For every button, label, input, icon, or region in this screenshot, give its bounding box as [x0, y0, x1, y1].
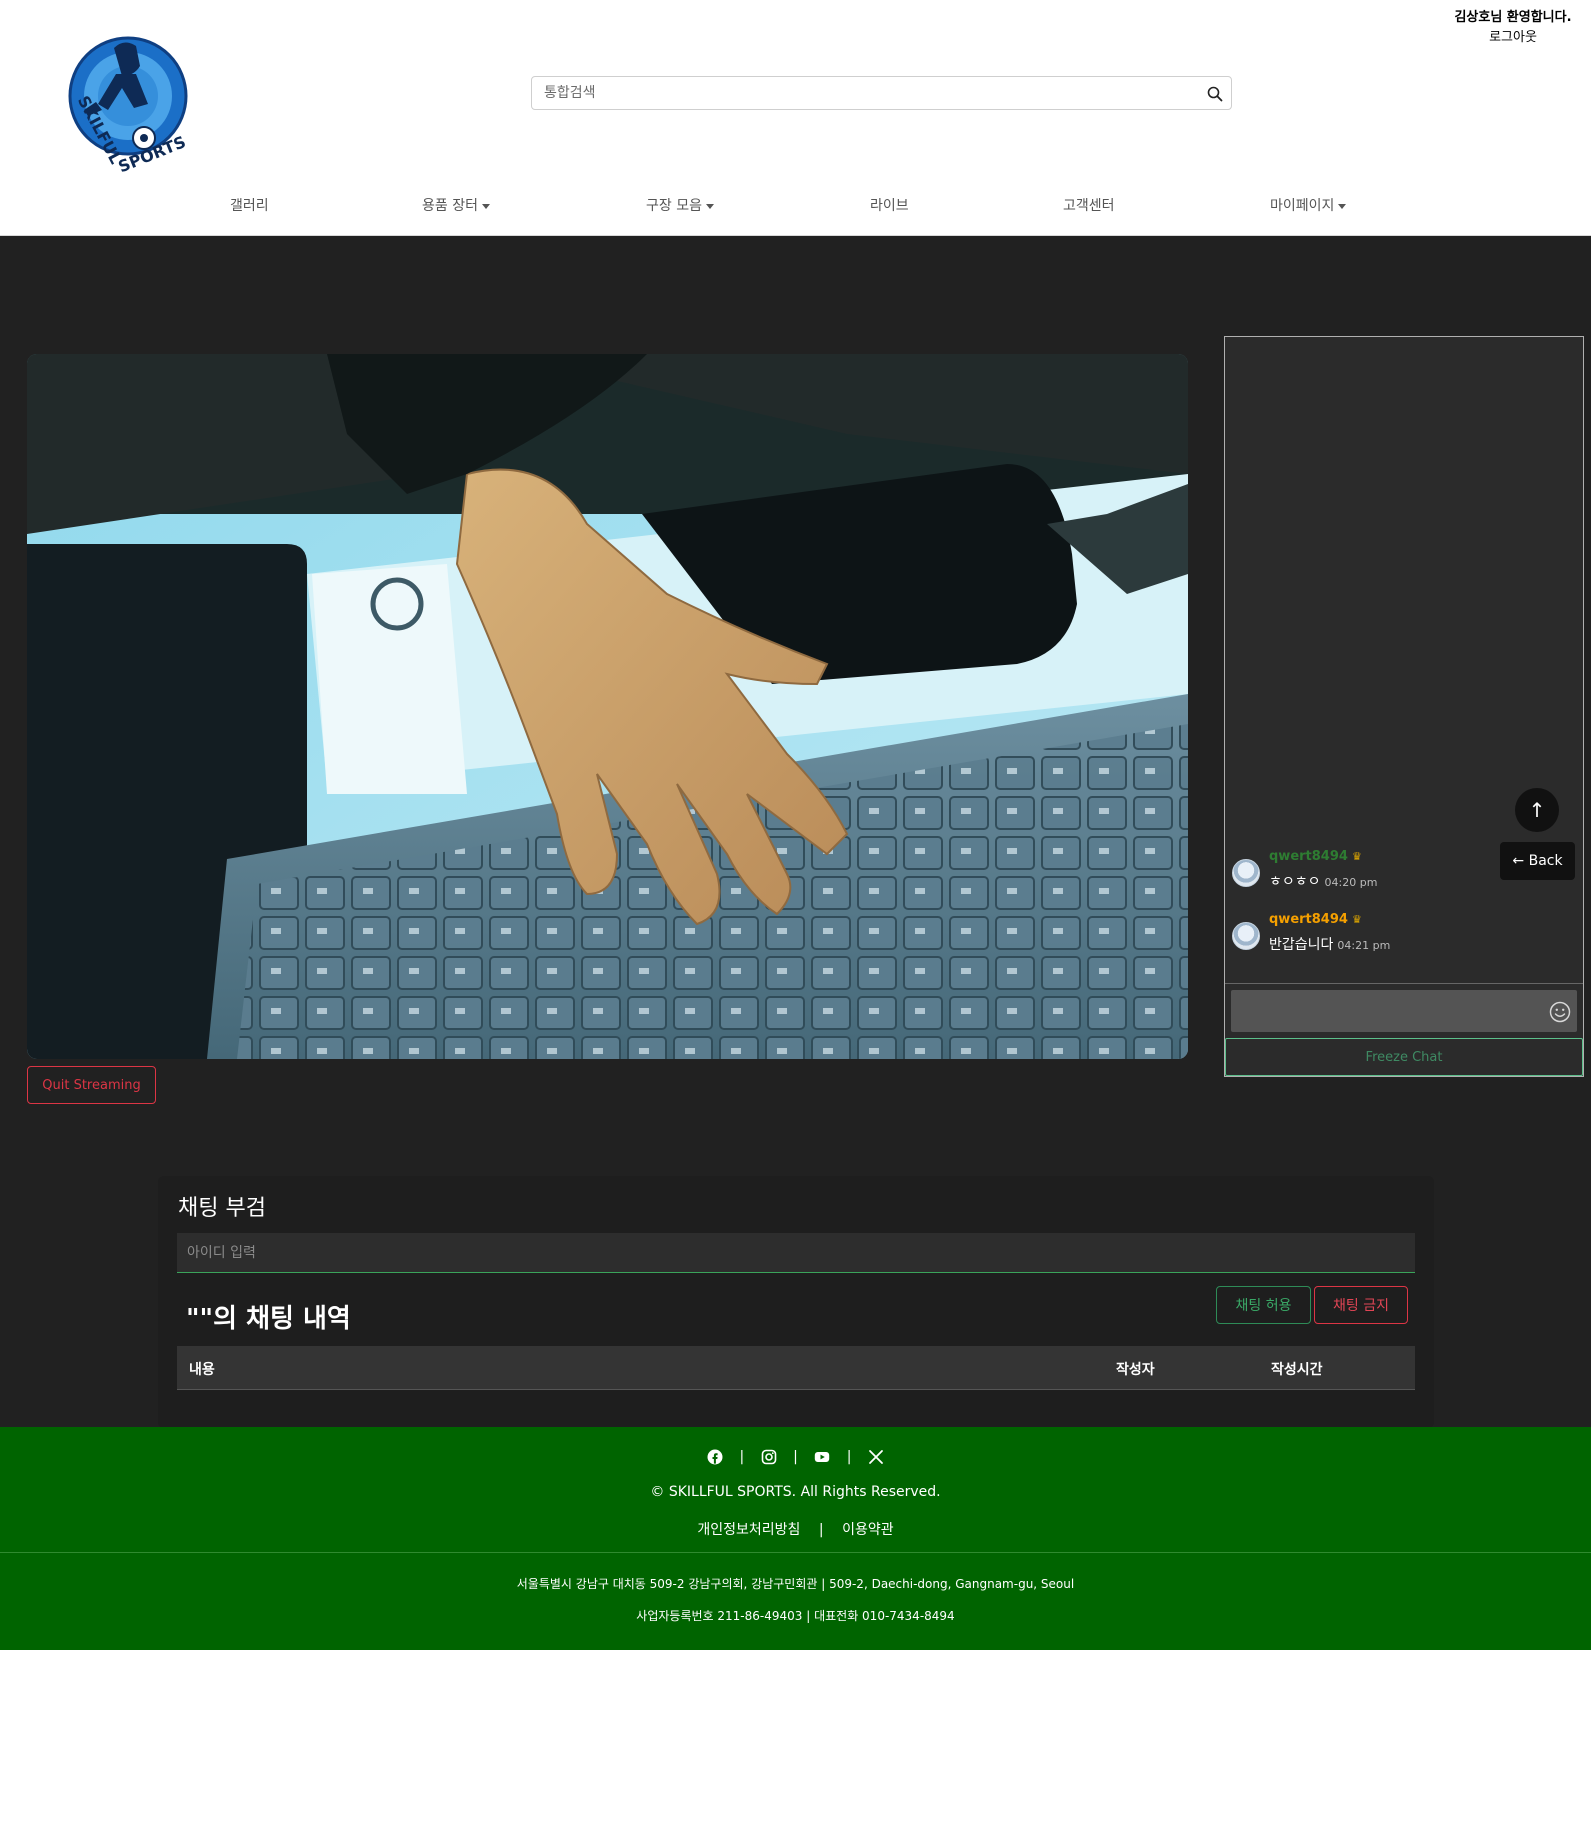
separator: | — [793, 1449, 798, 1465]
footer-divider — [0, 1552, 1591, 1553]
column-header-time[interactable]: 작성시간 — [1271, 1359, 1323, 1379]
nav-stadiums[interactable]: 구장 모음 — [646, 195, 714, 215]
avatar — [1232, 922, 1260, 950]
site-logo[interactable]: SKILFUL SPORTS — [56, 14, 206, 176]
caret-down-icon — [481, 203, 490, 209]
chat-time: 04:21 pm — [1337, 939, 1391, 952]
terms-link[interactable]: 이용약관 — [842, 1522, 894, 1538]
privacy-policy-link[interactable]: 개인정보처리방침 — [697, 1522, 800, 1538]
search-icon[interactable] — [1207, 86, 1223, 102]
chat-time: 04:20 pm — [1324, 876, 1378, 889]
user-id-field — [177, 1233, 1415, 1273]
company-address: 서울특별시 강남구 대치동 509-2 강남구의회, 강남구민회관 | 509-… — [516, 1577, 1075, 1591]
panel-title: 채팅 부검 — [178, 1196, 266, 1221]
welcome-text: 김상호님 환영합니다. — [1454, 10, 1572, 25]
nav-market[interactable]: 용품 장터 — [422, 195, 490, 215]
user-id-input[interactable] — [177, 1233, 1415, 1272]
column-header-author[interactable]: 작성자 — [1116, 1359, 1155, 1379]
scroll-up-button[interactable]: ↑ — [1515, 788, 1559, 832]
facebook-icon[interactable] — [707, 1449, 723, 1465]
search-input[interactable] — [532, 77, 1231, 109]
crown-icon: ♛ — [1351, 913, 1362, 926]
caret-down-icon — [1338, 203, 1347, 209]
separator: | — [846, 1449, 852, 1465]
nav-gallery[interactable]: 갤러리 — [230, 195, 269, 215]
user-welcome: 김상호님 환영합니다. 로그아웃 — [1443, 8, 1583, 48]
back-button[interactable]: ← Back — [1500, 842, 1575, 880]
social-links: | | | — [0, 1449, 1591, 1465]
ban-chat-button[interactable]: 채팅 금지 — [1314, 1286, 1408, 1324]
chat-username[interactable]: qwert8494 ♛ — [1269, 912, 1362, 927]
chat-input[interactable] — [1231, 990, 1577, 1032]
avatar — [1232, 859, 1260, 887]
chat-text: 반갑습니다 04:21 pm — [1269, 937, 1391, 953]
caret-down-icon — [705, 203, 714, 209]
nav-mypage[interactable]: 마이페이지 — [1270, 195, 1347, 215]
live-stream-section: Quit Streaming ↑ ← Back qwert8494 ♛ ㅎㅇㅎㅇ 0… — [0, 236, 1591, 1428]
chat-input-box — [1231, 990, 1577, 1032]
footer-links: 개인정보처리방침 | 이용약관 — [0, 1519, 1591, 1539]
instagram-icon[interactable] — [761, 1449, 777, 1465]
chat-text: ㅎㅇㅎㅇ 04:20 pm — [1269, 874, 1378, 890]
chat-moderation-panel: 채팅 부검 ""의 채팅 내역 채팅 허용 채팅 금지 내용 작성자 작성시간 — [158, 1176, 1434, 1428]
freeze-chat-button[interactable]: Freeze Chat — [1225, 1038, 1583, 1076]
copyright-text: © SKILLFUL SPORTS. All Rights Reserved. — [650, 1484, 941, 1500]
separator: | — [739, 1449, 745, 1465]
allow-chat-button[interactable]: 채팅 허용 — [1216, 1286, 1311, 1324]
site-header: SKILFUL SPORTS 김상호님 환영합니다. 로그아웃 갤러리 용품 장… — [0, 0, 1591, 236]
chat-username[interactable]: qwert8494 ♛ — [1269, 849, 1362, 864]
chat-panel: ↑ ← Back qwert8494 ♛ ㅎㅇㅎㅇ 04:20 pm qwert84… — [1224, 336, 1584, 1077]
chat-history-table-header: 내용 작성자 작성시간 — [177, 1346, 1415, 1390]
quit-streaming-button[interactable]: Quit Streaming — [27, 1066, 156, 1104]
live-video[interactable] — [27, 354, 1188, 1059]
crown-icon: ♛ — [1351, 850, 1362, 863]
x-icon[interactable] — [868, 1449, 884, 1465]
column-header-content[interactable]: 내용 — [189, 1359, 215, 1379]
nav-support[interactable]: 고객센터 — [1063, 195, 1115, 215]
emoji-icon[interactable] — [1549, 1001, 1571, 1023]
site-footer: | | | © SKILLFUL SPORTS. All Rights Rese… — [0, 1427, 1591, 1650]
separator: | — [818, 1522, 824, 1538]
logout-link[interactable]: 로그아웃 — [1443, 28, 1583, 48]
nav-live[interactable]: 라이브 — [870, 195, 909, 215]
chat-history-title: ""의 채팅 내역 — [186, 1304, 351, 1334]
chat-divider — [1225, 983, 1583, 984]
search-box — [531, 76, 1232, 110]
business-info: 사업자등록번호 211-86-49403 | 대표전화 010-7434-849… — [636, 1609, 955, 1623]
main-nav: 갤러리 용품 장터 구장 모음 라이브 고객센터 마이페이지 — [0, 195, 1591, 227]
youtube-icon[interactable] — [814, 1449, 830, 1465]
